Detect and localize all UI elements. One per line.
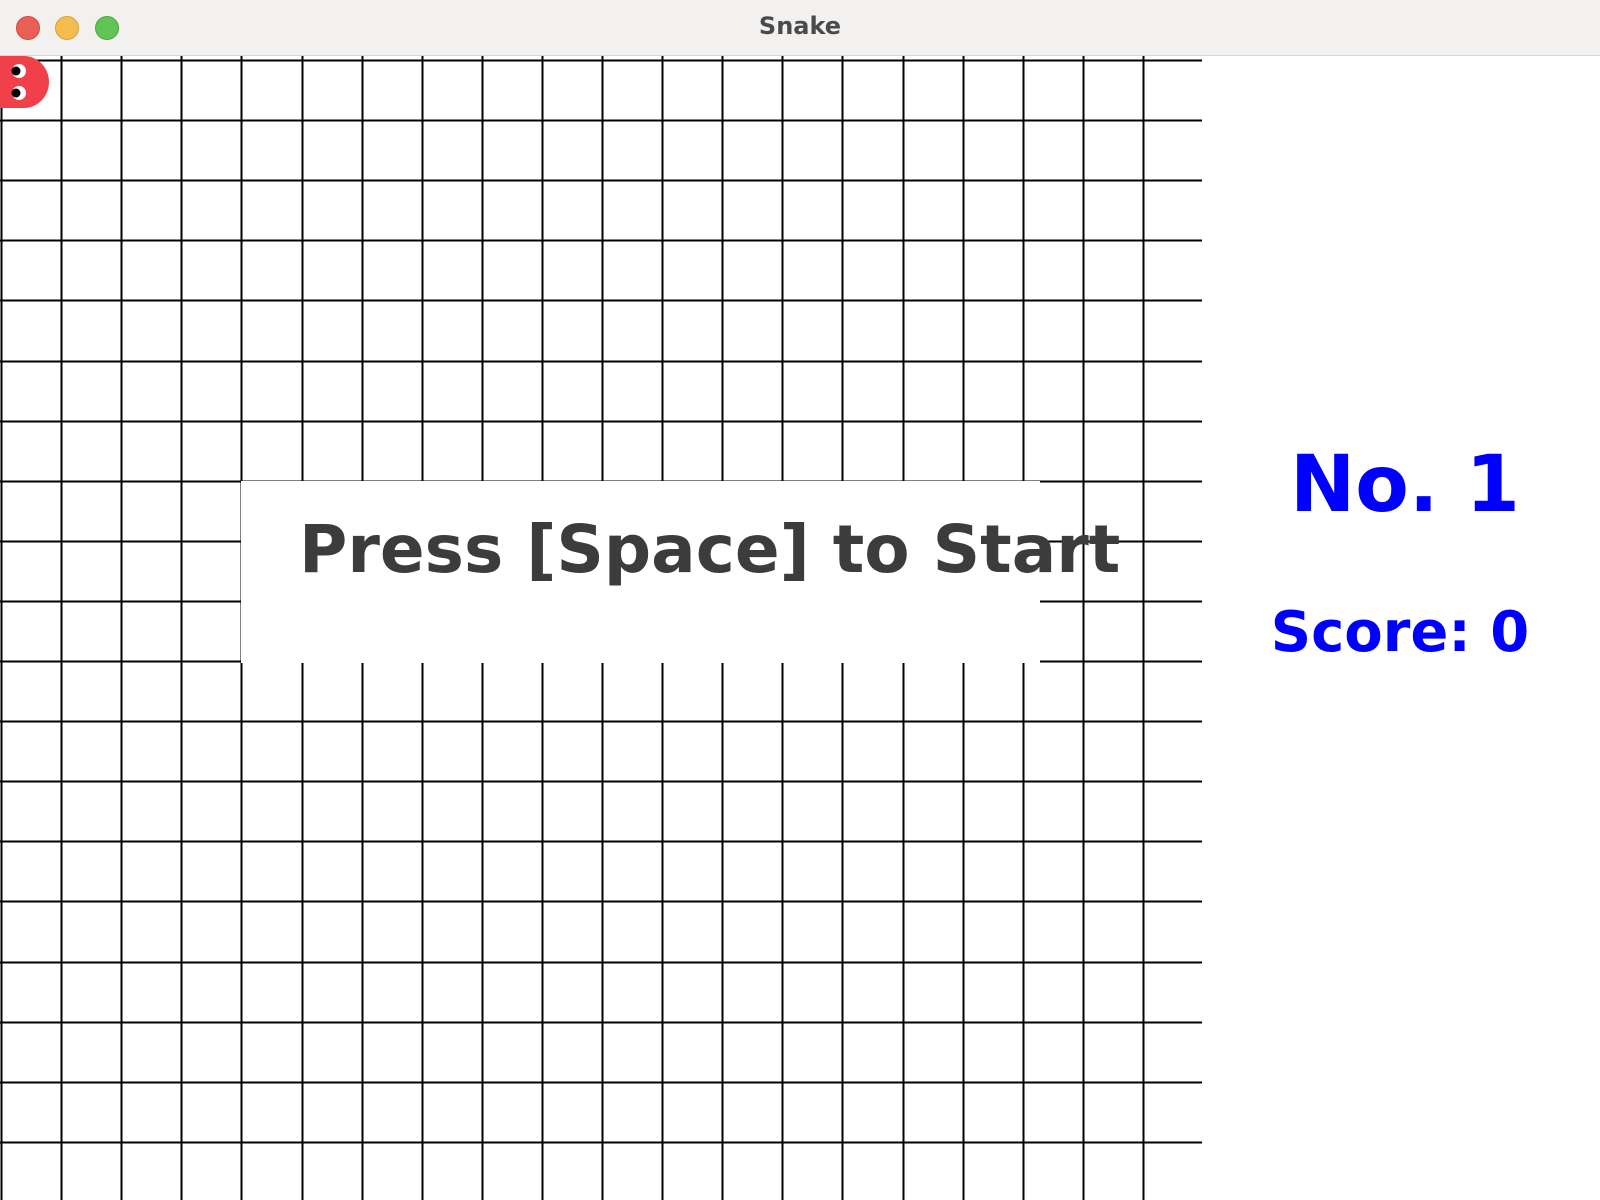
app-window: Snake Press [Space] to Start No. 1 Score…: [0, 0, 1600, 1200]
score-label: Score: 0: [1270, 600, 1530, 665]
game-board[interactable]: Press [Space] to Start: [0, 56, 1202, 1200]
snake-head-body: [0, 56, 49, 108]
snake-pupil-bottom: [11, 88, 21, 98]
start-overlay: Press [Space] to Start: [241, 481, 1120, 663]
snake-head: [0, 56, 49, 108]
rank-label: No. 1: [1290, 440, 1520, 530]
window-title: Snake: [758, 12, 842, 40]
title-bar: Snake: [0, 0, 1600, 56]
snake-pupil-top: [11, 66, 21, 76]
start-prompt: Press [Space] to Start: [299, 511, 1121, 588]
